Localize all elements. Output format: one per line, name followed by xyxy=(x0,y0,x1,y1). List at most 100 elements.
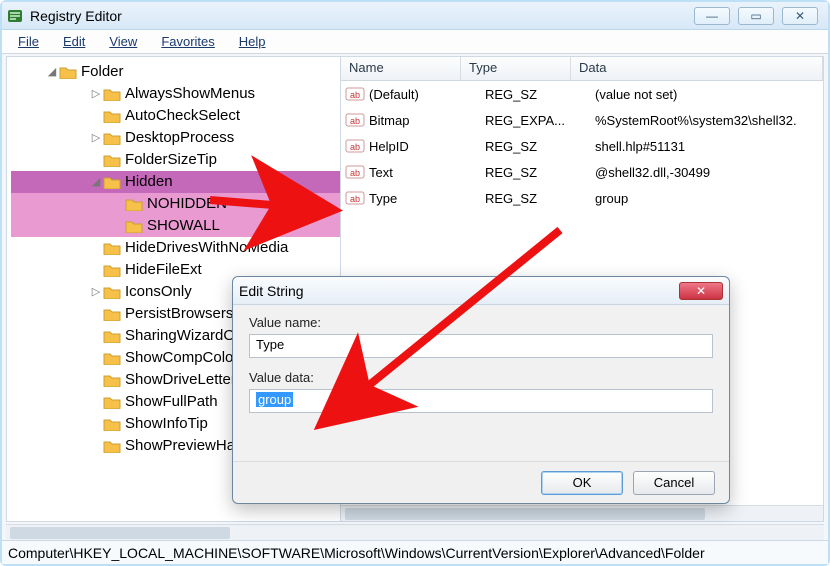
value-name: Type xyxy=(369,191,485,206)
folder-icon xyxy=(125,197,143,211)
value-type: REG_SZ xyxy=(485,87,595,102)
value-data-field[interactable]: group xyxy=(249,389,713,413)
list-header: Name Type Data xyxy=(341,57,823,81)
dialog-close-button[interactable]: ✕ xyxy=(679,282,723,300)
list-scrollbar[interactable] xyxy=(341,505,823,521)
tree-label: DesktopProcess xyxy=(125,128,234,148)
tree-label: SHOWALL xyxy=(147,216,220,236)
window-controls: — ▭ ✕ xyxy=(694,7,824,25)
value-name: Text xyxy=(369,165,485,180)
folder-icon xyxy=(103,373,121,387)
tree-scrollbar[interactable] xyxy=(6,524,824,540)
value-data: %SystemRoot%\system32\shell32. xyxy=(595,113,823,128)
tree-label: HideDrivesWithNoMedia xyxy=(125,238,288,258)
string-value-icon: ab xyxy=(345,86,365,102)
value-data: shell.hlp#51131 xyxy=(595,139,823,154)
folder-icon xyxy=(103,153,121,167)
tree-item-folder[interactable]: ◢ Folder xyxy=(11,61,340,83)
statusbar: Computer\HKEY_LOCAL_MACHINE\SOFTWARE\Mic… xyxy=(2,540,828,564)
cancel-button[interactable]: Cancel xyxy=(633,471,715,495)
list-row[interactable]: ab BitmapREG_EXPA...%SystemRoot%\system32… xyxy=(341,107,823,133)
folder-icon xyxy=(103,241,121,255)
list-row[interactable]: abTextREG_SZ@shell32.dll,-30499 xyxy=(341,159,823,185)
folder-icon xyxy=(103,439,121,453)
tree-item[interactable]: HideDrivesWithNoMedia xyxy=(11,237,340,259)
col-type[interactable]: Type xyxy=(461,57,571,80)
tree-label: AlwaysShowMenus xyxy=(125,84,255,104)
folder-icon xyxy=(103,175,121,189)
menu-file[interactable]: File xyxy=(8,32,49,51)
titlebar[interactable]: Registry Editor — ▭ ✕ xyxy=(2,2,828,30)
menu-help[interactable]: Help xyxy=(229,32,276,51)
statusbar-path: Computer\HKEY_LOCAL_MACHINE\SOFTWARE\Mic… xyxy=(8,545,705,561)
value-data: @shell32.dll,-30499 xyxy=(595,165,823,180)
col-name[interactable]: Name xyxy=(341,57,461,80)
app-icon xyxy=(6,7,24,25)
folder-icon xyxy=(103,351,121,365)
tree-label: IconsOnly xyxy=(125,282,192,302)
svg-text:ab: ab xyxy=(350,194,360,204)
svg-text:ab: ab xyxy=(350,90,360,100)
list-row[interactable]: ab TypeREG_SZgroup xyxy=(341,185,823,211)
value-name-label: Value name: xyxy=(249,315,713,330)
value-name: Bitmap xyxy=(369,113,485,128)
string-value-icon: ab xyxy=(345,138,365,154)
menu-edit[interactable]: Edit xyxy=(53,32,95,51)
value-type: REG_SZ xyxy=(485,191,595,206)
tree-label: PersistBrowsers xyxy=(125,304,233,324)
dialog-body: Value name: Type Value data: group xyxy=(233,305,729,461)
value-name-field[interactable]: Type xyxy=(249,334,713,358)
value-name: HelpID xyxy=(369,139,485,154)
tree-label: ShowCompColor xyxy=(125,348,238,368)
col-data[interactable]: Data xyxy=(571,57,823,80)
expander-icon[interactable]: ◢ xyxy=(45,62,59,82)
list-row[interactable]: ab HelpIDREG_SZshell.hlp#51131 xyxy=(341,133,823,159)
expander-icon[interactable]: ▷ xyxy=(89,282,103,302)
folder-icon xyxy=(103,395,121,409)
menubar: File Edit View Favorites Help xyxy=(2,30,828,54)
folder-icon xyxy=(59,65,77,79)
ok-button[interactable]: OK xyxy=(541,471,623,495)
svg-text:ab: ab xyxy=(350,168,360,178)
expander-icon[interactable]: ◢ xyxy=(89,172,103,192)
string-value-icon: ab xyxy=(345,112,365,128)
string-value-icon: ab xyxy=(345,164,365,180)
menu-view[interactable]: View xyxy=(99,32,147,51)
close-button[interactable]: ✕ xyxy=(782,7,818,25)
folder-icon xyxy=(103,87,121,101)
expander-icon[interactable]: ▷ xyxy=(89,84,103,104)
folder-icon xyxy=(103,307,121,321)
tree-item[interactable]: SHOWALL xyxy=(11,215,340,237)
dialog-title: Edit String xyxy=(239,283,304,299)
folder-icon xyxy=(103,417,121,431)
value-name: (Default) xyxy=(369,87,485,102)
list-body: ab(Default)REG_SZ(value not set)abBitmap… xyxy=(341,81,823,211)
tree-label: ShowFullPath xyxy=(125,392,218,412)
value-type: REG_EXPA... xyxy=(485,113,595,128)
tree-label: ShowInfoTip xyxy=(125,414,208,434)
tree-label: HideFileExt xyxy=(125,260,202,280)
menu-favorites[interactable]: Favorites xyxy=(151,32,224,51)
tree-label: AutoCheckSelect xyxy=(125,106,240,126)
dialog-titlebar[interactable]: Edit String ✕ xyxy=(233,277,729,305)
tree-item[interactable]: AutoCheckSelect xyxy=(11,105,340,127)
minimize-button[interactable]: — xyxy=(694,7,730,25)
tree-label: FolderSizeTip xyxy=(125,150,217,170)
value-data: group xyxy=(595,191,823,206)
folder-icon xyxy=(103,285,121,299)
dialog-buttons: OK Cancel xyxy=(233,461,729,503)
tree-item[interactable]: ◢ Hidden xyxy=(11,171,340,193)
list-row[interactable]: ab(Default)REG_SZ(value not set) xyxy=(341,81,823,107)
svg-text:ab: ab xyxy=(350,142,360,152)
svg-text:ab: ab xyxy=(350,116,360,126)
maximize-button[interactable]: ▭ xyxy=(738,7,774,25)
tree-item[interactable]: ▷ DesktopProcess xyxy=(11,127,340,149)
tree-item[interactable]: NOHIDDEN xyxy=(11,193,340,215)
edit-string-dialog: Edit String ✕ Value name: Type Value dat… xyxy=(232,276,730,504)
tree-item[interactable]: FolderSizeTip xyxy=(11,149,340,171)
tree-label: Hidden xyxy=(125,172,173,192)
expander-icon[interactable]: ▷ xyxy=(89,128,103,148)
tree-item[interactable]: ▷ AlwaysShowMenus xyxy=(11,83,340,105)
value-type: REG_SZ xyxy=(485,139,595,154)
tree-label: Folder xyxy=(81,62,124,82)
